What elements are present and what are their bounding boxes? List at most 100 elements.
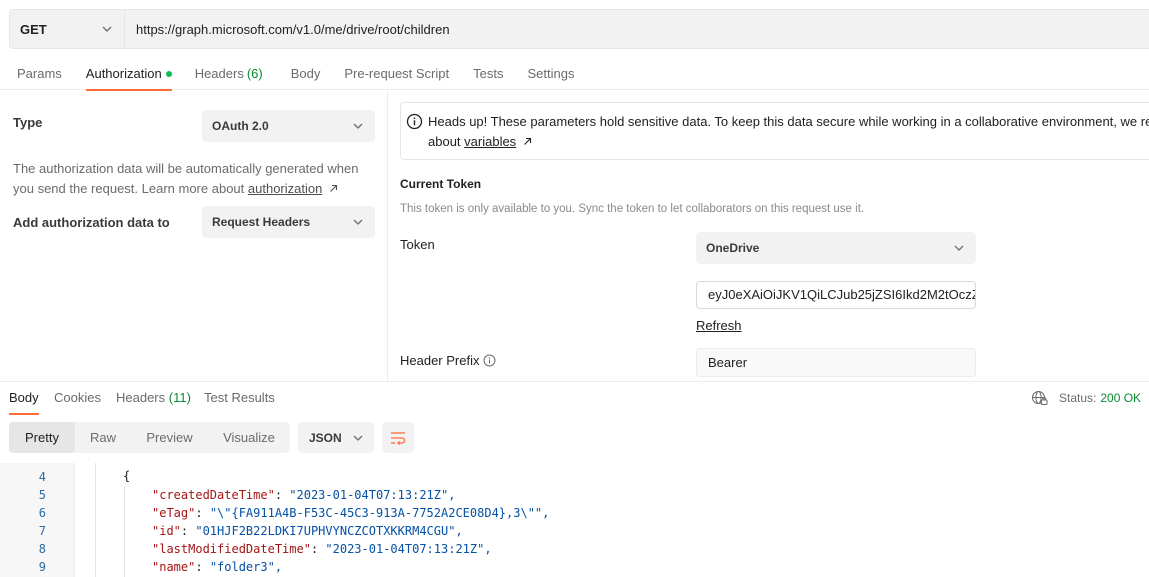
response-tab-headers-count: (11): [168, 390, 191, 405]
line-number: 5: [38, 488, 46, 502]
response-format-value: JSON: [309, 430, 342, 445]
status-label: Status:: [1059, 391, 1097, 405]
request-tabs: Params Authorization Headers (6) Body Pre…: [0, 60, 1149, 91]
view-tab-visualize[interactable]: Visualize: [208, 422, 290, 453]
response-tab-headers-label: Headers: [116, 390, 169, 405]
header-prefix-label-row: Header Prefix: [400, 353, 496, 368]
header-prefix-label: Header Prefix: [400, 353, 480, 368]
add-auth-to-select[interactable]: Request Headers: [202, 206, 375, 238]
authorization-link[interactable]: authorization: [248, 181, 322, 196]
token-label: Token: [400, 237, 435, 252]
json-key: "id": [152, 524, 181, 538]
line-number: 6: [38, 506, 46, 520]
response-format-select[interactable]: JSON: [298, 422, 374, 453]
response-tab-body[interactable]: Body: [9, 390, 39, 415]
chevron-down-icon: [102, 26, 112, 32]
tab-params-label: Params: [17, 66, 62, 81]
code-line: "eTag": "\"{FA911A4B-F53C-45C3-913A-7752…: [152, 506, 550, 520]
json-key: "lastModifiedDateTime": [152, 542, 311, 556]
add-auth-to-label: Add authorization data to: [13, 215, 170, 230]
json-value: "2023-01-04T07:13:21Z",: [289, 488, 456, 502]
tab-body[interactable]: Body: [291, 60, 321, 90]
json-value: "2023-01-04T07:13:21Z",: [325, 542, 492, 556]
arrow-up-right-icon: [330, 184, 338, 192]
notice-line2-prefix: about: [428, 134, 465, 149]
code-line: "id": "01HJF2B22LDKI7UPHVYNCZCOTXKKRM4CG…: [152, 524, 463, 538]
wrap-lines-icon: [391, 431, 406, 445]
info-circle-icon: [406, 113, 423, 130]
indent-guide: [95, 463, 96, 577]
response-tab-body-label: Body: [9, 390, 39, 405]
json-value: "folder3",: [209, 560, 283, 574]
tab-body-label: Body: [290, 66, 321, 81]
response-tab-test-results[interactable]: Test Results: [204, 390, 275, 413]
response-tab-cookies-label: Cookies: [54, 390, 101, 405]
header-prefix-input[interactable]: Bearer: [696, 348, 976, 377]
code-line: {: [123, 469, 131, 483]
json-key: "eTag": [152, 506, 196, 520]
tab-tests[interactable]: Tests: [473, 60, 503, 90]
wrap-lines-button[interactable]: [382, 422, 414, 453]
current-token-subtext: This token is only available to you. Syn…: [400, 203, 865, 215]
tab-params[interactable]: Params: [17, 60, 62, 90]
code-line: "lastModifiedDateTime": "2023-01-04T07:1…: [152, 542, 492, 556]
info-circle-icon[interactable]: [483, 354, 496, 367]
token-select[interactable]: OneDrive: [696, 232, 976, 264]
json-key: "createdDateTime": [152, 488, 275, 502]
auth-type-label: Type: [13, 115, 43, 130]
json-value: "\"{FA911A4B-F53C-45C3-913A-7752A2CE08D4…: [209, 506, 550, 520]
tab-authorization[interactable]: Authorization: [85, 60, 172, 91]
token-input[interactable]: eyJ0eXAiOiJKV1QiLCJub25jZSI6Ikd2M2tOczZ: [696, 281, 976, 309]
url-input[interactable]: https://graph.microsoft.com/v1.0/me/driv…: [125, 10, 1149, 48]
current-token-heading: Current Token: [400, 177, 482, 191]
tab-headers[interactable]: Headers (6): [195, 60, 263, 90]
notice-line1: Heads up! These parameters hold sensitiv…: [428, 114, 1149, 129]
auth-description: The authorization data will be automatic…: [13, 159, 373, 199]
view-tab-preview[interactable]: Preview: [131, 422, 208, 453]
method-select[interactable]: GET: [10, 10, 125, 48]
chevron-down-icon: [954, 245, 964, 251]
globe-lock-icon[interactable]: [1031, 390, 1048, 406]
tab-headers-count: (6): [246, 66, 263, 81]
add-auth-to-value: Request Headers: [212, 215, 311, 229]
chevron-down-icon: [353, 435, 363, 441]
response-tab-test-results-label: Test Results: [204, 390, 275, 405]
arrow-up-right-icon: [523, 137, 531, 145]
indent-guide: [124, 487, 125, 577]
auth-type-select[interactable]: OAuth 2.0: [202, 110, 375, 142]
status-code: 200 OK: [1100, 391, 1142, 405]
notice-line2: about variables: [428, 132, 1149, 152]
method-label: GET: [20, 21, 47, 37]
tab-authorization-label: Authorization: [85, 66, 162, 81]
tab-tests-label: Tests: [473, 66, 504, 81]
response-view-tabs: Pretty Raw Preview Visualize: [9, 422, 290, 453]
response-tab-cookies[interactable]: Cookies: [54, 390, 101, 413]
response-tab-headers[interactable]: Headers (11): [116, 390, 191, 413]
code-line: "createdDateTime": "2023-01-04T07:13:21Z…: [152, 488, 456, 502]
auth-settings-pane: Type OAuth 2.0 The authorization data wi…: [0, 91, 388, 381]
response-body-editor[interactable]: 4 { 5 "createdDateTime": "2023-01-04T07:…: [0, 463, 1149, 577]
tab-settings[interactable]: Settings: [527, 60, 574, 90]
response-status: Status: 200 OK: [1031, 390, 1141, 406]
chevron-down-icon: [353, 123, 363, 129]
tab-pre-request-script-label: Pre-request Script: [344, 66, 450, 81]
tab-pre-request-script[interactable]: Pre-request Script: [344, 60, 449, 90]
response-tabs: Body Cookies Headers (11) Test Results: [0, 383, 1149, 415]
tab-headers-label: Headers: [194, 66, 244, 81]
variables-link[interactable]: variables: [464, 134, 516, 149]
code-line: "name": "folder3",: [152, 560, 283, 574]
tab-settings-label: Settings: [527, 66, 575, 81]
json-key: "name": [152, 560, 196, 574]
request-url-bar: GET https://graph.microsoft.com/v1.0/me/…: [9, 9, 1149, 49]
notice-text: Heads up! These parameters hold sensitiv…: [428, 112, 1149, 152]
auth-type-value: OAuth 2.0: [212, 119, 269, 133]
view-tab-raw[interactable]: Raw: [75, 422, 131, 453]
sensitive-data-notice: Heads up! These parameters hold sensitiv…: [400, 102, 1149, 160]
chevron-down-icon: [353, 219, 363, 225]
line-number: 7: [38, 524, 46, 538]
json-value: "01HJF2B22LDKI7UPHVYNCZCOTXKKRM4CGU",: [195, 524, 463, 538]
response-divider: [0, 381, 1149, 382]
view-tab-pretty[interactable]: Pretty: [9, 422, 75, 453]
refresh-token-link[interactable]: Refresh: [696, 318, 742, 333]
active-dot-icon: [165, 71, 172, 77]
